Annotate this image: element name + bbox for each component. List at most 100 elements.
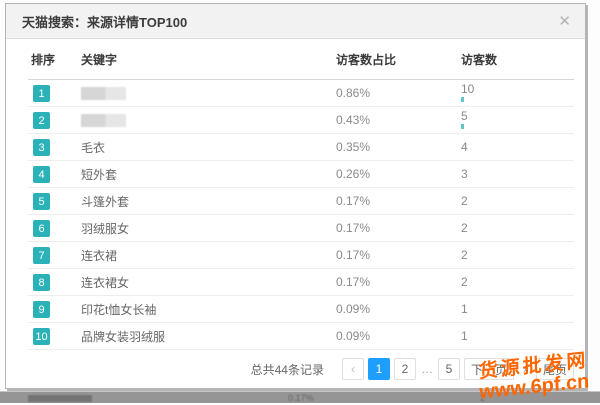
visitor-count-value: 4 — [461, 142, 574, 153]
visitor-percent-cell: 0.09% — [336, 329, 461, 343]
visitor-percent-cell: 0.17% — [336, 194, 461, 208]
table-row: 4 短外套 0.26% 3 — [28, 161, 574, 188]
visitor-count-cell: 5 — [461, 111, 574, 129]
table-body: 1 0.86% 10 2 0.43% 5 3 毛衣 0.35% 4 4 短外套 … — [28, 80, 574, 350]
visitor-count-cell: 2 — [461, 223, 574, 234]
table-row: 5 斗篷外套 0.17% 2 — [28, 188, 574, 215]
next-arrow-icon: › — [518, 358, 532, 380]
underlying-page-strip: 0.17% 2 — [0, 391, 600, 403]
visitor-count-cell: 3 — [461, 169, 574, 180]
keyword-cell: 短外套 — [81, 166, 336, 183]
visitor-count-cell: 1 — [461, 304, 574, 315]
col-header-visitor-percent: 访客数占比 — [336, 51, 461, 68]
visitor-count-cell: 1 — [461, 331, 574, 342]
keyword-cell: 品牌女装羽绒服 — [81, 328, 336, 345]
rank-badge: 7 — [33, 247, 50, 264]
rank-badge: 2 — [33, 112, 50, 129]
keyword-cell: 毛衣 — [81, 139, 336, 156]
keyword-cell: 印花t恤女长袖 — [81, 301, 336, 318]
censored-keyword-block — [81, 87, 126, 100]
table-row: 1 0.86% 10 — [28, 80, 574, 107]
underlying-count-fragment: 2 — [480, 393, 485, 403]
rank-badge: 9 — [33, 301, 50, 318]
keyword-cell — [81, 113, 336, 127]
screenshot-root: 0.17% 2 天猫搜索：来源详情TOP100 ✕ 排序 关键字 访客数占比 访… — [0, 0, 600, 403]
underlying-keyword-smudge — [28, 395, 92, 402]
rank-cell: 6 — [28, 219, 81, 238]
visitor-percent-cell: 0.09% — [336, 302, 461, 316]
total-records-text: 总共44条记录 — [251, 361, 324, 378]
col-header-rank: 排序 — [28, 51, 81, 68]
rank-cell: 10 — [28, 327, 81, 346]
page-button-5[interactable]: 5 — [438, 358, 460, 380]
rank-badge: 4 — [33, 166, 50, 183]
rank-badge: 8 — [33, 274, 50, 291]
keyword-cell: 斗篷外套 — [81, 193, 336, 210]
visitor-percent-cell: 0.86% — [336, 86, 461, 100]
page-button-1[interactable]: 1 — [368, 358, 390, 380]
rank-cell: 4 — [28, 165, 81, 184]
prev-page-button[interactable]: ‹ — [342, 358, 364, 380]
rank-cell: 8 — [28, 273, 81, 292]
visitor-percent-cell: 0.17% — [336, 221, 461, 235]
keyword-cell: 连衣裙 — [81, 247, 336, 264]
table-footer: 总共44条记录 ‹12…5下一页›尾页 — [28, 350, 574, 388]
rank-badge: 1 — [33, 85, 50, 102]
col-header-keyword: 关键字 — [81, 51, 336, 68]
page-button-2[interactable]: 2 — [394, 358, 416, 380]
keyword-cell — [81, 86, 336, 100]
rank-cell: 3 — [28, 138, 81, 157]
visitor-count-value: 1 — [461, 331, 574, 342]
visitor-count-value: 2 — [461, 250, 574, 261]
table-header-row: 排序 关键字 访客数占比 访客数 — [28, 39, 574, 80]
visitor-count-cell: 2 — [461, 196, 574, 207]
modal-title: 天猫搜索：来源详情TOP100 — [22, 12, 187, 31]
close-icon[interactable]: ✕ — [558, 14, 571, 29]
underlying-percent-fragment: 0.17% — [288, 393, 314, 403]
rank-badge: 3 — [33, 139, 50, 156]
censored-keyword-block — [81, 114, 126, 127]
visitor-percent-cell: 0.17% — [336, 275, 461, 289]
tmall-search-top100-modal: 天猫搜索：来源详情TOP100 ✕ 排序 关键字 访客数占比 访客数 1 0.8… — [5, 3, 586, 389]
table-row: 8 连衣裙女 0.17% 2 — [28, 269, 574, 296]
visitor-count-value: 2 — [461, 277, 574, 288]
next-page-button[interactable]: 下一页 — [464, 358, 514, 380]
table-row: 10 品牌女装羽绒服 0.09% 1 — [28, 323, 574, 350]
visitor-count-value: 2 — [461, 196, 574, 207]
rank-badge: 5 — [33, 193, 50, 210]
pagination-ellipsis: … — [420, 358, 434, 380]
table-row: 7 连衣裙 0.17% 2 — [28, 242, 574, 269]
rank-badge: 10 — [33, 328, 50, 345]
rank-cell: 9 — [28, 300, 81, 319]
count-mini-bar-icon — [461, 97, 464, 102]
visitor-percent-cell: 0.26% — [336, 167, 461, 181]
col-header-visitor-count: 访客数 — [461, 51, 574, 68]
visitor-count-value: 5 — [461, 111, 574, 122]
visitor-percent-cell: 0.35% — [336, 140, 461, 154]
visitor-count-cell: 4 — [461, 142, 574, 153]
visitor-count-value: 2 — [461, 223, 574, 234]
rank-cell: 1 — [28, 84, 81, 103]
visitor-count-value: 3 — [461, 169, 574, 180]
rank-cell: 2 — [28, 111, 81, 130]
pagination: ‹12…5下一页›尾页 — [342, 358, 574, 380]
visitor-count-cell: 10 — [461, 84, 574, 102]
rank-badge: 6 — [33, 220, 50, 237]
rank-cell: 7 — [28, 246, 81, 265]
rank-cell: 5 — [28, 192, 81, 211]
table-row: 3 毛衣 0.35% 4 — [28, 134, 574, 161]
keyword-cell: 羽绒服女 — [81, 220, 336, 237]
visitor-count-cell: 2 — [461, 277, 574, 288]
count-mini-bar-icon — [461, 124, 464, 129]
visitor-percent-cell: 0.43% — [336, 113, 461, 127]
table-row: 6 羽绒服女 0.17% 2 — [28, 215, 574, 242]
modal-body: 排序 关键字 访客数占比 访客数 1 0.86% 10 2 0.43% 5 3 … — [6, 39, 585, 388]
keyword-cell: 连衣裙女 — [81, 274, 336, 291]
visitor-count-cell: 2 — [461, 250, 574, 261]
visitor-count-value: 1 — [461, 304, 574, 315]
last-page-button[interactable]: 尾页 — [536, 358, 574, 380]
table-row: 9 印花t恤女长袖 0.09% 1 — [28, 296, 574, 323]
visitor-count-value: 10 — [461, 84, 574, 95]
table-row: 2 0.43% 5 — [28, 107, 574, 134]
modal-header: 天猫搜索：来源详情TOP100 ✕ — [6, 4, 585, 39]
